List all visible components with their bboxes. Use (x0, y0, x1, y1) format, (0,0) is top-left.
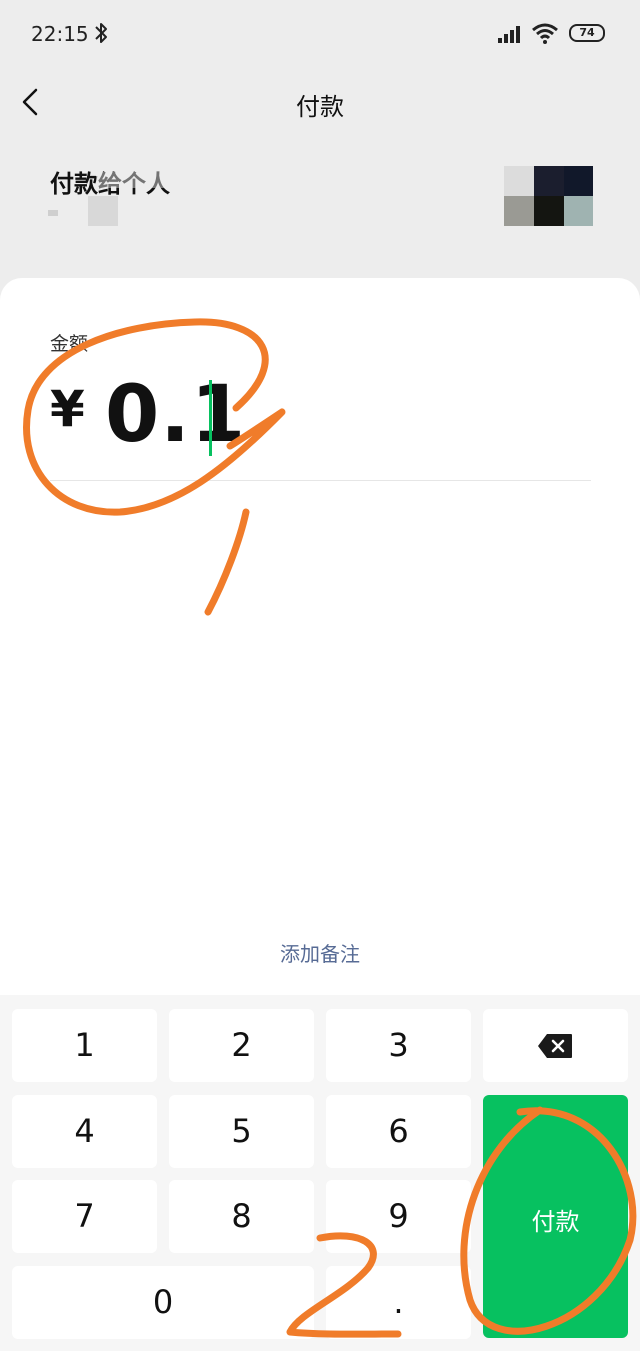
currency-symbol: ¥ (50, 380, 85, 438)
pay-button[interactable]: 付款 (483, 1095, 628, 1338)
key-label: 3 (388, 1026, 409, 1064)
payee-avatar[interactable] (504, 166, 593, 226)
key-8[interactable]: 8 (169, 1180, 314, 1253)
key-4[interactable]: 4 (12, 1095, 157, 1168)
key-label: 5 (231, 1112, 252, 1150)
key-decimal[interactable]: . (326, 1266, 471, 1339)
key-label: 6 (388, 1112, 409, 1150)
add-note-link[interactable]: 添加备注 (0, 938, 640, 967)
numeric-keypad: 1 2 3 4 5 6 7 8 9 0 . 付款 (0, 995, 640, 1351)
key-label: 4 (74, 1112, 95, 1150)
text-caret (209, 380, 212, 456)
key-1[interactable]: 1 (12, 1009, 157, 1082)
key-5[interactable]: 5 (169, 1095, 314, 1168)
status-time: 22:15 (31, 22, 89, 46)
pay-button-label: 付款 (531, 1208, 580, 1236)
key-label: 0 (152, 1283, 174, 1321)
key-0[interactable]: 0 (12, 1266, 314, 1339)
key-label: 9 (388, 1197, 409, 1235)
key-7[interactable]: 7 (12, 1180, 157, 1253)
blur-overlay (96, 172, 180, 188)
key-2[interactable]: 2 (169, 1009, 314, 1082)
backspace-icon (538, 1034, 572, 1058)
amount-value: 0.1 (105, 370, 247, 460)
key-label: 8 (231, 1197, 252, 1235)
key-label: 7 (74, 1197, 95, 1235)
amount-label: 金额 (50, 333, 89, 355)
delete-button[interactable] (483, 1009, 628, 1082)
payee-section: 付款给个人 (0, 150, 640, 260)
battery-level: 74 (579, 26, 595, 39)
key-6[interactable]: 6 (326, 1095, 471, 1168)
divider (50, 480, 591, 481)
key-label: . (393, 1283, 404, 1321)
signal-icon (498, 26, 520, 43)
nav-bar: 付款 (0, 70, 640, 134)
key-label: 1 (74, 1026, 95, 1064)
key-label: 2 (231, 1026, 252, 1064)
key-9[interactable]: 9 (326, 1180, 471, 1253)
page-title: 付款 (296, 93, 344, 121)
key-3[interactable]: 3 (326, 1009, 471, 1082)
bluetooth-icon (95, 23, 107, 43)
payee-name-redacted (48, 194, 120, 226)
battery-icon: 74 (569, 24, 609, 44)
status-bar: 22:15 74 (0, 0, 640, 70)
wifi-icon (532, 23, 558, 44)
